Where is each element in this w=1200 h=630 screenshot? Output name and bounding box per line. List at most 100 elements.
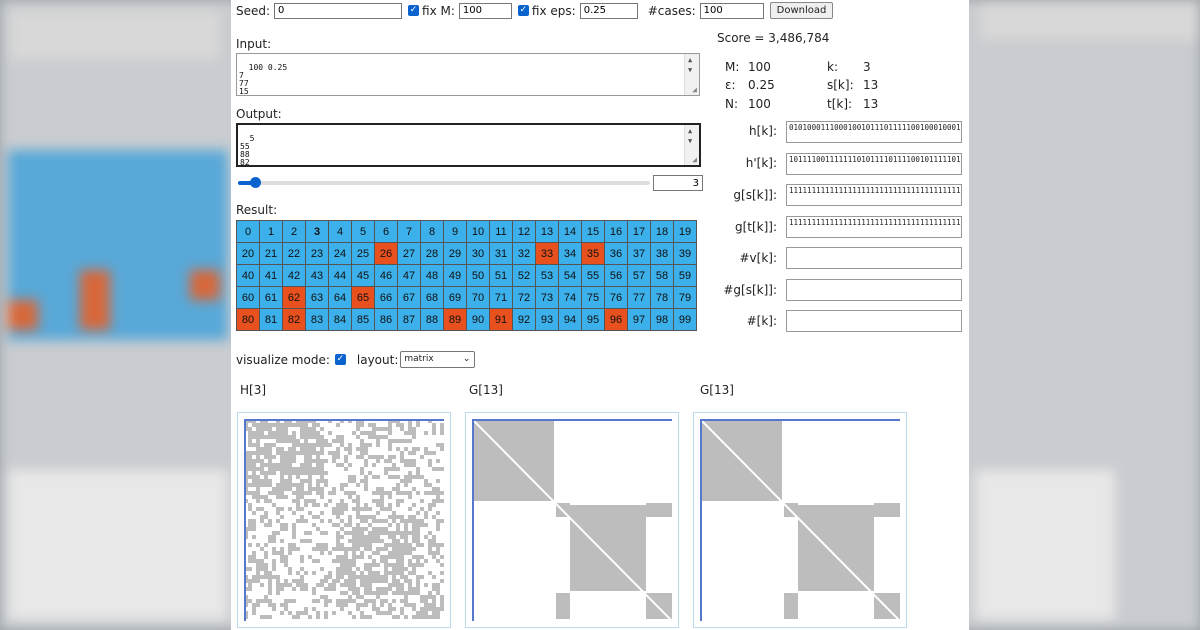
eps-input[interactable] [579,2,638,19]
visualize-checkbox[interactable]: ✓ [334,354,346,365]
matrix-cell [256,487,260,491]
matrix-cell [260,467,264,471]
matrix-cell [440,555,444,559]
matrix-cell [352,507,356,511]
matrix-cell [332,491,336,495]
turn-slider[interactable] [238,177,650,188]
matrix-cell [272,539,276,543]
matrix-cell [280,555,284,559]
result-cell: 10 [467,221,489,242]
resize-grip-icon[interactable]: ◢ [692,156,697,164]
matrix-cell [428,543,432,547]
matrix-cell [408,559,412,563]
matrix-cell [416,535,420,539]
matrix-cell [368,507,372,511]
matrix-cell [396,587,400,591]
matrix-cell [284,471,288,475]
field-h[interactable]: 0101000111000100101110111110010001000100… [786,121,962,143]
matrix-cell [304,611,308,615]
seed-input[interactable] [274,2,403,19]
matrix-cell [384,567,388,571]
m-input[interactable] [458,2,512,19]
matrix-cell [356,427,360,431]
matrix-cell [408,519,412,523]
field-gt[interactable]: 1111111111111111111111111111111111111111… [786,216,962,238]
matrix-cell [376,455,380,459]
field-count[interactable] [786,310,962,332]
field-hprime[interactable]: 1011110011111110101111011110010111110101… [786,153,962,175]
matrix-cell [416,523,420,527]
result-cell: 42 [283,265,305,286]
matrix-cell [304,423,308,427]
matrix-cell [428,551,432,555]
matrix-cell [328,575,332,579]
matrix-cell [376,595,380,599]
result-cell: 12 [513,221,535,242]
matrix-cell [384,563,388,567]
matrix-cell [332,451,336,455]
canvas-title-g1: G[13] [469,383,503,397]
matrix-cell [268,471,272,475]
matrix-g2-svg [700,419,900,621]
matrix-cell [332,547,336,551]
matrix-cell [304,583,308,587]
download-button[interactable]: Download [769,2,834,19]
matrix-cell [304,531,308,535]
matrix-cell [392,439,396,443]
cases-label: #cases: [647,3,696,18]
field-g[interactable] [786,279,962,301]
matrix-cell [436,479,440,483]
slider-thumb[interactable] [250,177,262,188]
matrix-cell [336,539,340,543]
matrix-cell [360,603,364,607]
matrix-cell [304,571,308,575]
matrix-edge [700,419,702,621]
input-textarea[interactable]: 100 0.25 7 77 15 ▲ ▼ ◢ [236,53,700,96]
turn-input[interactable] [653,175,703,191]
matrix-cell [328,443,332,447]
matrix-cell [340,527,344,531]
matrix-cell [412,527,416,531]
matrix-cell [316,451,320,455]
matrix-cell [388,423,392,427]
result-cell: 46 [375,265,397,286]
matrix-cell [404,475,408,479]
matrix-cell [336,507,340,511]
result-cell: 59 [674,265,696,286]
matrix-cell [292,447,296,451]
matrix-cell [400,599,404,603]
matrix-cell [416,555,420,559]
matrix-cell [384,555,388,559]
matrix-cell [320,447,324,451]
matrix-cell [304,519,308,523]
matrix-cell [392,467,396,471]
field-gs[interactable]: 1111111111111111111111111111111111111111… [786,184,962,206]
matrix-cell [368,563,372,567]
matrix-cell [256,491,260,495]
matrix-cell [316,471,320,475]
fix-m-checkbox[interactable]: ✓ [408,5,420,16]
matrix-cell [404,579,408,583]
matrix-cell [324,483,328,487]
fix-eps-checkbox[interactable]: ✓ [517,5,529,16]
matrix-cell [308,487,312,491]
matrix-cell [388,543,392,547]
output-textarea[interactable]: 5 55 88 82 ▲ ▼ ◢ [236,123,701,167]
matrix-cell [320,467,324,471]
matrix-cell [300,611,304,615]
matrix-cell [408,579,412,583]
field-v[interactable] [786,247,962,269]
matrix-cell [344,455,348,459]
matrix-cell [280,431,284,435]
matrix-cell [372,455,376,459]
matrix-cell [436,459,440,463]
matrix-cell [308,539,312,543]
matrix-cell [432,535,436,539]
matrix-cell [424,431,428,435]
layout-select[interactable]: matrix ⌄ [400,351,476,368]
cases-input[interactable] [699,2,764,19]
matrix-cell [404,599,408,603]
resize-grip-icon[interactable]: ◢ [692,86,697,94]
matrix-cell [308,427,312,431]
matrix-cell [280,455,284,459]
